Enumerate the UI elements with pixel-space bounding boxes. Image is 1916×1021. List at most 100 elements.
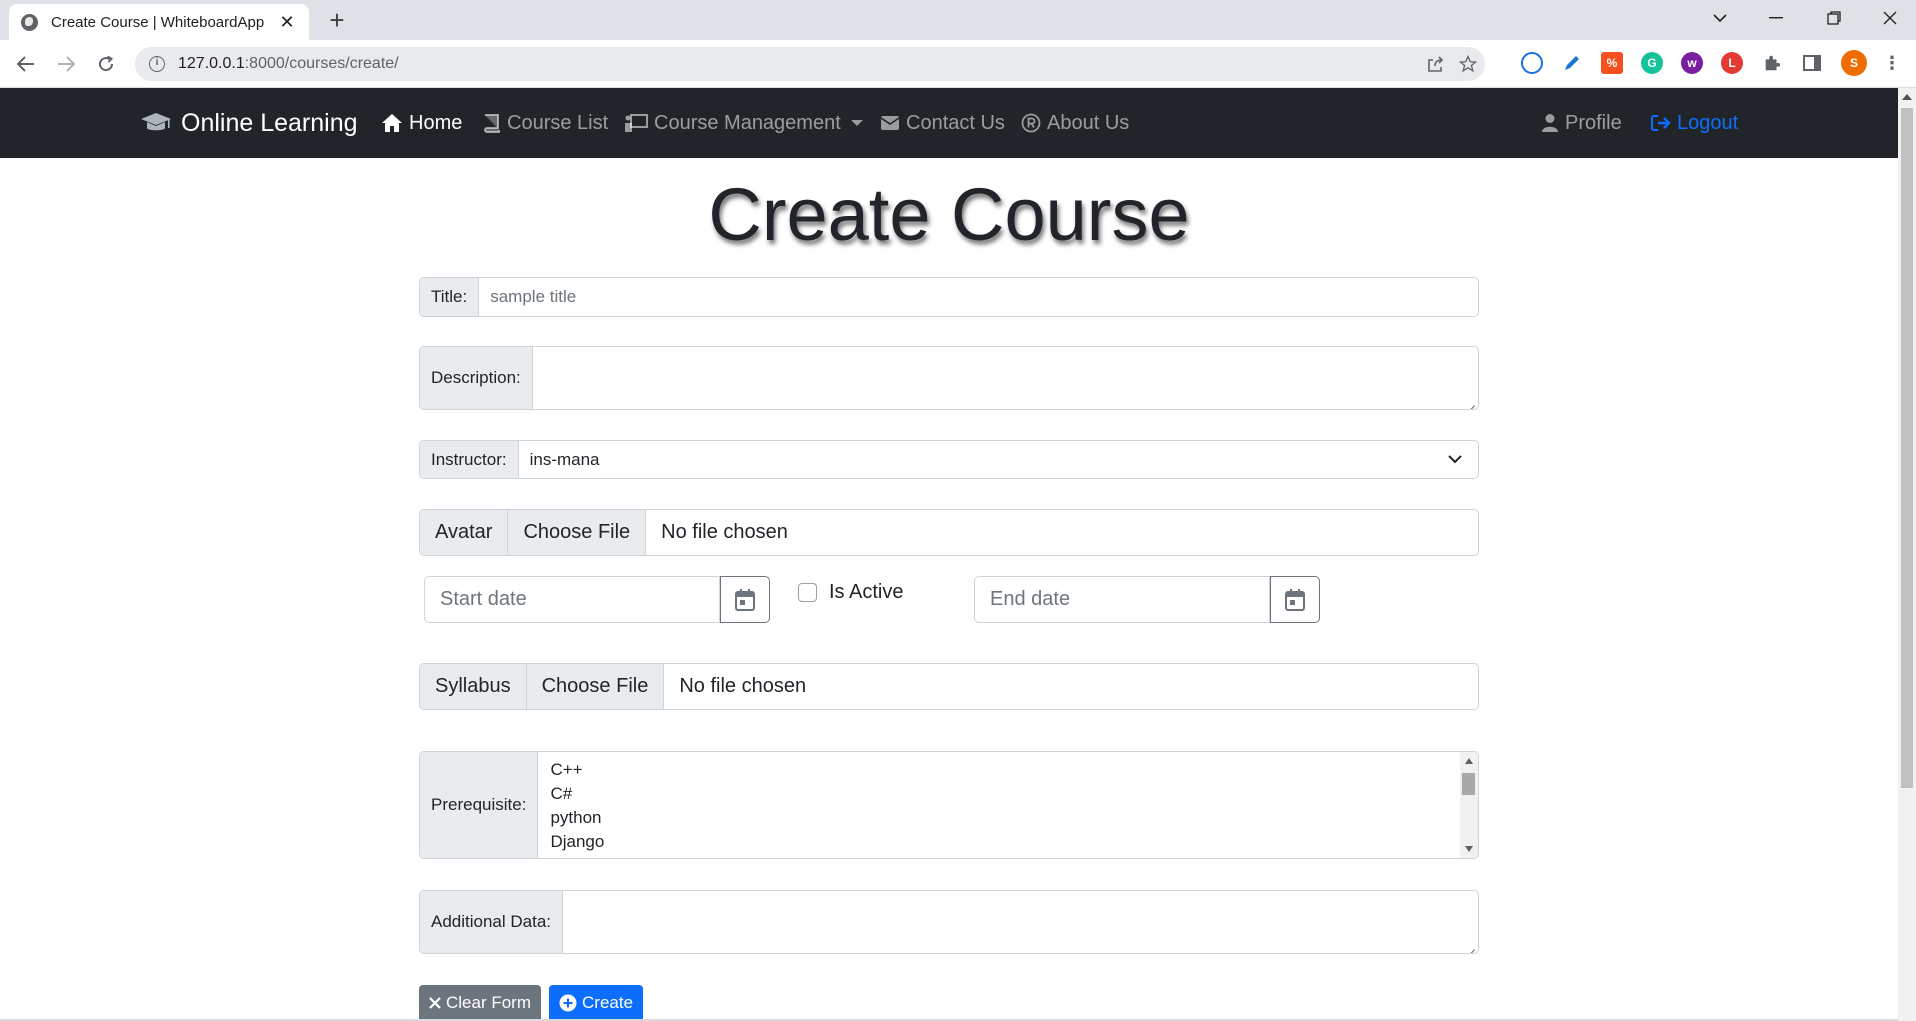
browser-toolbar: i 127.0.0.1:8000/courses/create/ % G w L… <box>0 40 1916 88</box>
extensions-puzzle-icon[interactable] <box>1761 52 1783 74</box>
grammarly-icon[interactable]: G <box>1641 52 1663 74</box>
create-label: Create <box>582 993 634 1012</box>
nav-profile[interactable]: Profile <box>1541 88 1622 158</box>
clear-form-button[interactable]: Clear Form <box>419 985 542 1021</box>
instructor-select[interactable]: ins-mana <box>519 441 1478 478</box>
list-item[interactable]: C# <box>550 782 1466 806</box>
is-active-toggle[interactable]: Is Active <box>798 581 903 604</box>
minimize-icon[interactable] <box>1748 0 1804 36</box>
end-date-input[interactable]: End date <box>974 576 1270 623</box>
registered-icon <box>1021 113 1041 133</box>
restore-icon[interactable] <box>1806 0 1862 36</box>
forward-button[interactable] <box>50 48 82 80</box>
extension-circle-icon[interactable] <box>1521 52 1543 74</box>
share-icon[interactable] <box>1427 47 1445 81</box>
profile-avatar[interactable]: S <box>1841 50 1867 76</box>
end-date-placeholder: End date <box>990 588 1071 610</box>
globe-icon <box>21 13 38 31</box>
chevron-down-icon <box>1448 455 1462 464</box>
chalkboard-icon <box>625 114 648 132</box>
end-date-calendar-button[interactable] <box>1270 576 1320 623</box>
is-active-checkbox[interactable] <box>798 583 817 602</box>
user-icon <box>1542 114 1558 132</box>
back-button[interactable] <box>10 48 42 80</box>
clear-form-label: Clear Form <box>446 993 532 1012</box>
brand-name: Online Learning <box>181 108 358 137</box>
additional-data-field-group: Additional Data: <box>419 890 1479 954</box>
syllabus-choose-file-button[interactable]: Choose File <box>526 664 665 709</box>
additional-data-textarea[interactable] <box>563 891 1478 953</box>
extension-red-icon[interactable]: L <box>1721 52 1743 74</box>
start-date-calendar-button[interactable] <box>720 576 770 623</box>
extension-translate-icon[interactable]: % <box>1601 52 1623 74</box>
scroll-up-arrow-icon[interactable] <box>1902 94 1912 100</box>
logout-icon <box>1651 115 1671 131</box>
list-item[interactable]: python <box>550 806 1466 830</box>
nav-course-management-label: Course Management <box>654 111 841 134</box>
tab-close-icon[interactable]: ✕ <box>277 12 297 33</box>
instructor-selected-value: ins-mana <box>529 449 600 469</box>
description-field-group: Description: <box>419 346 1479 410</box>
reload-button[interactable] <box>90 48 122 80</box>
resize-grip-icon[interactable] <box>1466 397 1475 406</box>
scroll-up-arrow-icon[interactable] <box>1465 758 1473 764</box>
start-date-input[interactable]: Start date <box>424 576 720 623</box>
calendar-icon <box>735 588 755 611</box>
page-title: Create Course <box>708 173 1190 256</box>
url-text: 127.0.0.1:8000/courses/create/ <box>178 55 399 72</box>
nav-logout[interactable]: Logout <box>1651 88 1738 158</box>
prerequisite-field-group: Prerequisite: C++ C# python Django <box>419 751 1479 859</box>
info-icon[interactable]: i <box>149 56 165 72</box>
instructor-field-group: Instructor: ins-mana <box>419 440 1479 479</box>
nav-home[interactable]: Home <box>381 88 462 158</box>
list-item[interactable]: Django <box>550 830 1466 854</box>
nav-profile-label: Profile <box>1565 111 1622 134</box>
nav-course-list[interactable]: Course List <box>483 88 608 158</box>
nav-about-us-label: About Us <box>1047 111 1130 134</box>
listbox-scrollbar[interactable] <box>1460 752 1478 858</box>
scroll-down-arrow-icon[interactable] <box>1465 846 1473 852</box>
title-placeholder: sample title <box>490 287 577 306</box>
bookmark-star-icon[interactable] <box>1459 47 1477 81</box>
nav-contact-us[interactable]: Contact Us <box>880 88 1005 158</box>
listbox-scrollbar-thumb[interactable] <box>1462 773 1475 795</box>
description-textarea[interactable] <box>533 347 1478 409</box>
browser-menu-icon[interactable]: ⋮ <box>1881 52 1903 74</box>
envelope-icon <box>880 116 900 130</box>
scrollbar-thumb[interactable] <box>1901 108 1913 788</box>
brand-link[interactable]: Online Learning <box>140 88 358 158</box>
resize-grip-icon[interactable] <box>1466 941 1475 950</box>
site-navbar: Online Learning Home Course List Course … <box>0 88 1898 158</box>
avatar-label: Avatar <box>420 510 509 555</box>
tab-search-icon[interactable] <box>1692 0 1748 36</box>
close-icon <box>429 997 441 1009</box>
side-panel-icon[interactable] <box>1801 52 1823 74</box>
extension-w-icon[interactable]: w <box>1681 52 1703 74</box>
title-label: Title: <box>420 278 480 316</box>
prerequisite-multiselect[interactable]: C++ C# python Django <box>538 752 1478 858</box>
graduation-cap-icon <box>141 113 171 131</box>
nav-course-management[interactable]: Course Management <box>624 88 863 158</box>
title-input[interactable]: sample title <box>479 278 1478 316</box>
nav-logout-label: Logout <box>1677 111 1739 134</box>
plus-circle-icon <box>559 994 577 1012</box>
browser-tab[interactable]: Create Course | WhiteboardApp ✕ <box>9 4 309 40</box>
avatar-choose-file-button[interactable]: Choose File <box>508 510 647 555</box>
instructor-label: Instructor: <box>420 441 519 478</box>
avatar-file-status: No file chosen <box>661 521 788 543</box>
nav-about-us[interactable]: About Us <box>1021 88 1129 158</box>
close-window-icon[interactable] <box>1862 0 1916 36</box>
nav-course-list-label: Course List <box>507 111 609 134</box>
create-button[interactable]: Create <box>549 985 644 1021</box>
page-scrollbar[interactable] <box>1898 88 1916 1021</box>
nav-home-label: Home <box>409 111 463 134</box>
description-label: Description: <box>420 347 533 409</box>
address-bar[interactable]: i 127.0.0.1:8000/courses/create/ <box>135 47 1485 81</box>
prerequisite-label: Prerequisite: <box>420 752 539 858</box>
syllabus-label: Syllabus <box>420 664 527 709</box>
nav-contact-us-label: Contact Us <box>906 111 1005 134</box>
list-item[interactable]: C++ <box>550 758 1466 782</box>
new-tab-button[interactable]: + <box>319 4 355 36</box>
extension-pen-icon[interactable] <box>1561 52 1583 74</box>
syllabus-file-status: No file chosen <box>679 675 807 697</box>
